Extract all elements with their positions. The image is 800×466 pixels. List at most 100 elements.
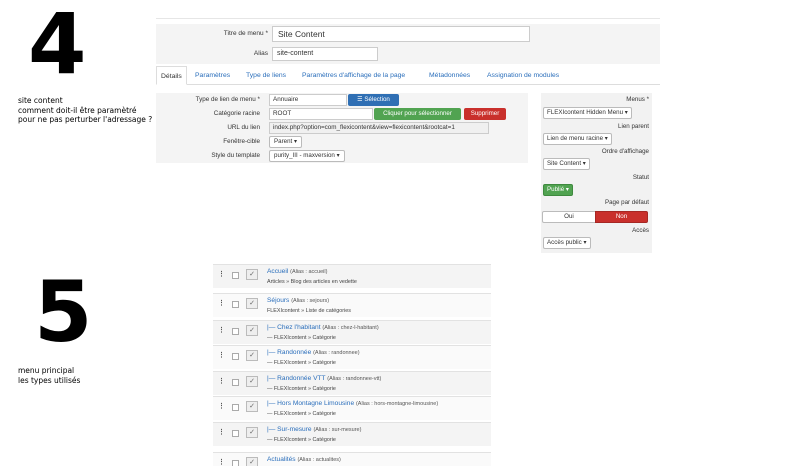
drag-handle-icon[interactable]: ⋮	[218, 458, 225, 466]
divider	[156, 18, 660, 19]
select-button[interactable]: ☰ Sélection	[348, 94, 399, 106]
drag-handle-icon[interactable]: ⋮	[218, 299, 225, 307]
parent-link-label: Lien parent	[618, 123, 649, 130]
tab-metadonnees[interactable]: Métadonnées	[429, 66, 470, 85]
pick-category-button[interactable]: Cliquer pour sélectionner	[374, 108, 461, 120]
tab-details[interactable]: Détails	[156, 66, 187, 85]
target-window-row: Fenêtre-cible Parent ▾	[156, 135, 528, 149]
item-title-link[interactable]: |— Randonnée VTT	[267, 375, 325, 382]
caret-down-icon: ▾	[581, 239, 587, 246]
tab-page-display[interactable]: Paramètres d'affichage de la page	[302, 66, 405, 85]
row-checkbox[interactable]	[232, 460, 239, 466]
template-style-select[interactable]: purity_III - maxversion ▾	[269, 150, 345, 162]
item-alias: (Alias : hors-montagne-limousine)	[355, 401, 439, 407]
list-item: ⋮ ✓ |— Randonnée VTT (Alias : randonnee-…	[213, 371, 491, 395]
list-item: ⋮ ✓ Actualités (Alias : actualites)	[213, 452, 491, 466]
link-type-value: Annuaire	[269, 94, 347, 106]
tab-type-de-liens[interactable]: Type de liens	[246, 66, 286, 85]
template-style-row: Style du template purity_III - maxversio…	[156, 149, 528, 163]
select-button-label: Sélection	[364, 96, 390, 103]
item-title-link[interactable]: Séjours	[267, 297, 289, 304]
drag-handle-icon[interactable]: ⋮	[218, 270, 225, 278]
check-icon[interactable]: ✓	[246, 376, 258, 387]
template-style-label: Style du template	[211, 152, 260, 159]
item-title-link[interactable]: |— Sur-mesure	[267, 426, 312, 433]
row-checkbox[interactable]	[232, 353, 239, 360]
check-icon[interactable]: ✓	[246, 325, 258, 336]
item-type: — FLEXIcontent » Catégorie	[267, 335, 336, 341]
default-page-yes[interactable]: Oui	[542, 211, 596, 223]
display-order-label: Ordre d'affichage	[601, 148, 649, 155]
item-alias: (Alias : accueil)	[290, 269, 328, 275]
item-title-wrap: |— Randonnée VTT (Alias : randonnee-vtt)	[267, 375, 381, 382]
delete-button[interactable]: Supprimer	[464, 108, 506, 120]
item-alias: (Alias : randonnee)	[313, 350, 360, 356]
root-category-label: Catégorie racine	[213, 110, 260, 117]
drag-handle-icon[interactable]: ⋮	[218, 428, 225, 436]
parent-link-select[interactable]: Lien de menu racine ▾	[543, 133, 612, 145]
target-window-value: Parent	[274, 138, 293, 145]
list-item: ⋮ ✓ Accueil (Alias : accueil) Articles »…	[213, 264, 491, 288]
menus-label: Menus *	[626, 96, 649, 103]
menus-value: FLEXIcontent Hidden Menu	[547, 109, 624, 116]
drag-handle-icon[interactable]: ⋮	[218, 351, 225, 359]
status-label: Statut	[632, 174, 649, 181]
tab-parametres[interactable]: Paramètres	[195, 66, 230, 85]
check-icon[interactable]: ✓	[246, 350, 258, 361]
tab-module-assignment[interactable]: Assignation de modules	[487, 66, 559, 85]
default-page-no[interactable]: Non	[595, 211, 648, 223]
item-alias: (Alias : sejours)	[291, 298, 330, 304]
item-title-wrap: Accueil (Alias : accueil)	[267, 268, 327, 275]
row-checkbox[interactable]	[232, 379, 239, 386]
step-number-5: 5	[34, 263, 93, 361]
access-label: Accès	[632, 227, 649, 234]
check-icon[interactable]: ✓	[246, 427, 258, 438]
menu-title-row: Titre de menu * Site Content	[156, 24, 660, 44]
step-number-4: 4	[28, 0, 87, 93]
access-select[interactable]: Accès public ▾	[543, 237, 591, 249]
row-checkbox[interactable]	[232, 301, 239, 308]
status-value: Publié	[547, 186, 565, 193]
caret-down-icon: ▾	[581, 160, 586, 167]
item-title-wrap: |— Randonnée (Alias : randonnee)	[267, 349, 360, 356]
item-title-link[interactable]: |— Hors Montagne Limousine	[267, 400, 354, 407]
note-line: pour ne pas perturber l'adressage ?	[18, 115, 153, 124]
root-category-row: Catégorie racine ROOT Cliquer pour sélec…	[156, 107, 528, 121]
caret-down-icon: ▾	[623, 109, 628, 116]
item-type: FLEXIcontent » Liste de catégories	[267, 308, 351, 314]
list-item: ⋮ ✓ |— Randonnée (Alias : randonnee) — F…	[213, 345, 491, 369]
list-item: ⋮ ✓ |— Sur-mesure (Alias : sur-mesure) —…	[213, 422, 491, 446]
note-line: comment doit-il être paramètré	[18, 105, 137, 115]
item-alias: (Alias : randonnee-vtt)	[327, 376, 382, 382]
alias-input[interactable]: site-content	[272, 47, 378, 61]
row-checkbox[interactable]	[232, 272, 239, 279]
item-title-link[interactable]: Accueil	[267, 268, 288, 275]
drag-handle-icon[interactable]: ⋮	[218, 377, 225, 385]
status-select[interactable]: Publié ▾	[543, 184, 574, 196]
check-icon[interactable]: ✓	[246, 298, 258, 309]
list-item: ⋮ ✓ |— Hors Montagne Limousine (Alias : …	[213, 396, 491, 420]
row-checkbox[interactable]	[232, 404, 239, 411]
drag-handle-icon[interactable]: ⋮	[218, 402, 225, 410]
tab-bar: Détails Paramètres Type de liens Paramèt…	[156, 66, 660, 85]
item-title-wrap: |— Sur-mesure (Alias : sur-mesure)	[267, 426, 361, 433]
note-line: les types utilisés	[18, 375, 81, 385]
menus-select[interactable]: FLEXIcontent Hidden Menu ▾	[543, 107, 632, 119]
item-title-link[interactable]: |— Randonnée	[267, 349, 311, 356]
display-order-select[interactable]: Site Content ▾	[543, 158, 590, 170]
target-window-select[interactable]: Parent ▾	[269, 136, 303, 148]
check-icon[interactable]: ✓	[246, 457, 258, 466]
row-checkbox[interactable]	[232, 430, 239, 437]
check-icon[interactable]: ✓	[246, 401, 258, 412]
item-title-wrap: Séjours (Alias : sejours)	[267, 297, 329, 304]
item-type: — FLEXIcontent » Catégorie	[267, 386, 336, 392]
item-title-wrap: |— Chez l'habitant (Alias : chez-l-habit…	[267, 324, 379, 331]
drag-handle-icon[interactable]: ⋮	[218, 326, 225, 334]
check-icon[interactable]: ✓	[246, 269, 258, 280]
item-title-link[interactable]: Actualités	[267, 456, 296, 463]
item-title-link[interactable]: |— Chez l'habitant	[267, 324, 321, 331]
row-checkbox[interactable]	[232, 328, 239, 335]
item-alias: (Alias : chez-l-habitant)	[322, 325, 379, 331]
menu-title-input[interactable]: Site Content	[272, 26, 530, 42]
list-item: ⋮ ✓ Séjours (Alias : sejours) FLEXIconte…	[213, 293, 491, 317]
